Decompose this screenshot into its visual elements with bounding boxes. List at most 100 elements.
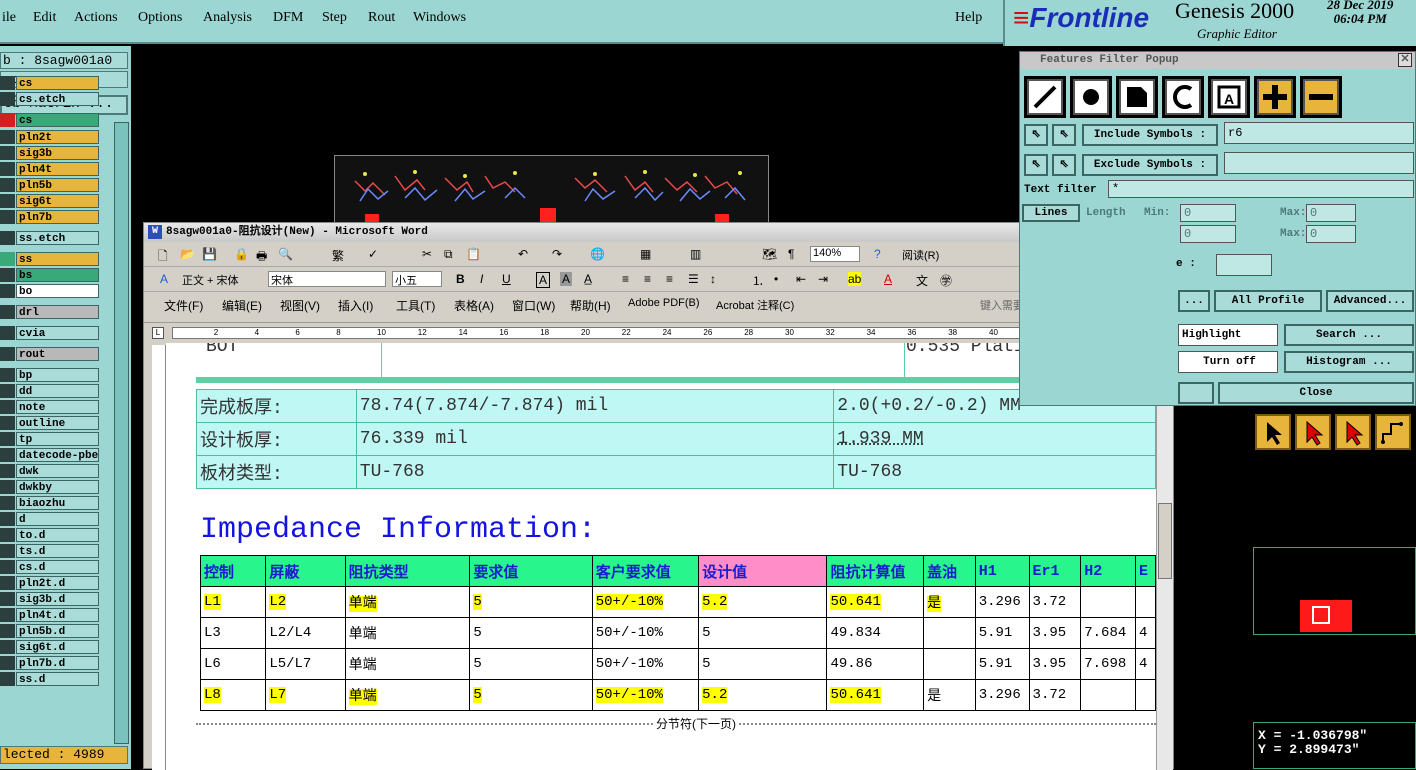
traditional-chinese-icon[interactable]: 繁 [332,247,344,264]
info-cell[interactable]: 完成板厚: [196,389,357,423]
impedance-cell[interactable]: 4 [1135,617,1156,649]
impedance-header-cell[interactable]: 控制 [199,555,267,587]
layer-item[interactable]: dd [16,384,99,398]
impedance-cell[interactable]: 5.91 [974,648,1030,680]
layer-affected-toggle[interactable] [0,608,15,622]
include-symbols-input[interactable]: r6 [1224,122,1414,144]
size-select[interactable]: 小五 [392,271,442,287]
layer-affected-toggle[interactable] [0,194,15,208]
impedance-cell[interactable]: L1 [199,586,267,618]
layer-affected-toggle[interactable] [0,400,15,414]
layer-item[interactable]: pln4t [16,162,99,176]
impedance-cell[interactable]: 5 [469,679,593,711]
impedance-cell[interactable]: 5 [698,617,828,649]
layer-affected-toggle[interactable] [0,162,15,176]
layer-item[interactable]: pln7b [16,210,99,224]
layer-affected-toggle[interactable] [0,368,15,382]
enclose-char-icon[interactable]: ㊫ [940,272,952,289]
save-icon[interactable]: 💾 [202,247,217,261]
word-menu-edit[interactable]: 编辑(E) [222,297,262,314]
length-max-input[interactable]: 0 [1306,204,1356,222]
include-arrow2-icon[interactable]: ⇖ [1052,124,1076,146]
layer-scrollbar[interactable] [114,122,129,744]
impedance-cell[interactable]: 50+/-10% [591,648,700,680]
impedance-cell[interactable]: 是 [923,586,976,618]
exclude-arrow-icon[interactable]: ⇖ [1024,154,1048,176]
layer-affected-toggle[interactable] [0,640,15,654]
info-cell[interactable]: 1.939 MM [833,422,1156,456]
layer-item[interactable]: dwk [16,464,99,478]
scroll-thumb[interactable] [1158,503,1172,579]
layer-affected-toggle[interactable] [0,231,15,245]
impedance-cell[interactable]: 3.95 [1028,617,1082,649]
impedance-header-cell[interactable]: 客户要求值 [591,555,700,587]
impedance-cell[interactable]: L6 [199,648,267,680]
layer-affected-toggle[interactable] [0,656,15,670]
impedance-cell[interactable]: L8 [199,679,267,711]
layer-item[interactable]: pln2t.d [16,576,99,590]
read-button[interactable]: 阅读(R) [902,247,939,263]
paste-icon[interactable]: 📋 [466,247,481,261]
impedance-cell[interactable]: 50.641 [826,679,925,711]
menu-actions[interactable]: Actions [74,10,118,26]
highlight-button[interactable]: Highlight [1178,324,1278,346]
layer-item[interactable]: d [16,512,99,526]
advanced-button[interactable]: Advanced... [1326,290,1414,312]
impedance-cell[interactable]: 50.641 [826,586,925,618]
layer-affected-toggle[interactable] [0,512,15,526]
undo-icon[interactable]: ↶ [518,247,528,261]
bold-icon[interactable]: B [456,272,465,286]
impedance-cell[interactable]: 50+/-10% [591,617,700,649]
info-cell[interactable]: 板材类型: [196,455,357,489]
e-input[interactable] [1216,254,1272,276]
word-menu-window[interactable]: 窗口(W) [512,297,555,314]
layer-item[interactable]: dwkby [16,480,99,494]
word-menu-acrobat[interactable]: Acrobat 注释(C) [716,297,794,313]
impedance-cell[interactable]: L2 [265,586,346,618]
layer-item[interactable]: bo [16,284,99,298]
impedance-cell[interactable]: 单端 [344,617,471,649]
text-filter-input[interactable]: * [1108,180,1414,198]
layer-item[interactable]: bs [16,268,99,282]
highlight-icon[interactable]: ab [848,272,862,286]
permission-icon[interactable]: 🔒 [234,247,249,261]
impedance-header-cell[interactable]: E [1135,555,1156,587]
menu-step[interactable]: Step [322,10,347,26]
print-icon[interactable]: 🖶 [256,247,267,268]
layer-affected-toggle[interactable] [0,560,15,574]
impedance-cell[interactable]: 4 [1135,648,1156,680]
menu-file[interactable]: ile [2,10,16,26]
increase-indent-icon[interactable]: ⇥ [818,272,828,286]
impedance-cell[interactable]: 3.72 [1028,586,1082,618]
layer-item[interactable]: cs [16,76,99,90]
close-left-button[interactable] [1178,382,1214,404]
layer-item[interactable]: rout [16,347,99,361]
layer-item[interactable]: cvia [16,326,99,340]
impedance-header-cell[interactable]: H1 [974,555,1030,587]
layer-affected-toggle[interactable] [0,284,15,298]
word-menu-file[interactable]: 文件(F) [164,297,203,314]
word-menu-insert[interactable]: 插入(I) [338,297,373,314]
layer-affected-toggle[interactable] [0,432,15,446]
impedance-cell[interactable]: 5 [469,617,593,649]
layer-affected-toggle[interactable] [0,592,15,606]
impedance-cell[interactable]: 3.296 [974,679,1030,711]
impedance-cell[interactable]: 50+/-10% [591,586,700,618]
zoom-select[interactable]: 140% [810,246,860,262]
impedance-cell[interactable]: 单端 [344,679,471,711]
select-mode-arrow-icon[interactable] [1335,414,1371,450]
impedance-header-cell[interactable]: 要求值 [469,555,593,587]
layer-affected-toggle[interactable] [0,146,15,160]
menu-rout[interactable]: Rout [368,10,395,26]
layer-affected-toggle[interactable] [0,544,15,558]
info-cell[interactable]: 78.74(7.874/-7.874) mil [355,389,835,423]
copy-icon[interactable]: ⧉ [444,247,453,262]
layer-affected-toggle[interactable] [0,92,15,106]
impedance-header-cell[interactable]: 阻抗类型 [344,555,471,587]
decrease-indent-icon[interactable]: ⇤ [796,272,806,286]
layer-affected-toggle[interactable] [0,347,15,361]
layer-item[interactable]: sig6t.d [16,640,99,654]
impedance-cell[interactable] [1135,679,1156,711]
layer-affected-toggle[interactable] [0,496,15,510]
menu-dfm[interactable]: DFM [273,10,303,26]
